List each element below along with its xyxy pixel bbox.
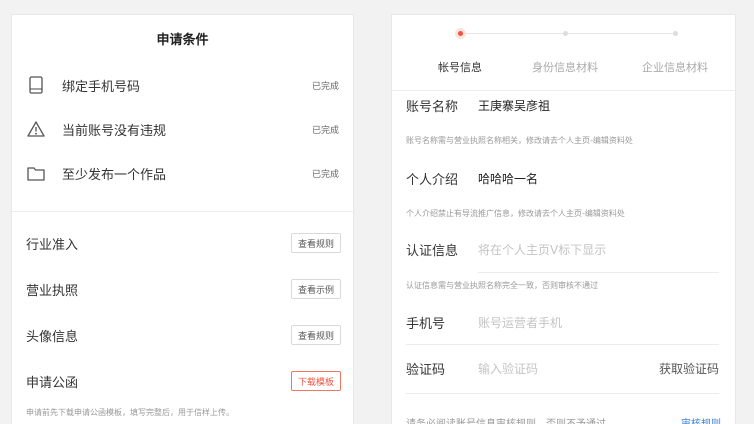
condition-status: 已完成 <box>311 81 339 92</box>
condition-label: 至少发布一个作品 <box>62 167 167 183</box>
panel-title: 申请条件 <box>156 33 209 48</box>
step-account-info[interactable]: 帐号信息 <box>438 59 482 75</box>
condition-label: 当前账号没有违规 <box>62 123 167 139</box>
step-connector <box>565 33 675 34</box>
requirement-application-letter: 申请公函 下载模板 <box>26 370 341 392</box>
condition-no-violation: 当前账号没有违规 已完成 <box>26 117 339 141</box>
download-template-button[interactable]: 下载模板 <box>290 371 341 391</box>
field-label: 认证信息 <box>406 243 459 259</box>
step-dot <box>673 31 678 36</box>
requirement-business-license: 营业执照 查看示例 <box>26 278 341 300</box>
requirement-label: 行业准入 <box>26 237 79 253</box>
phone-field[interactable]: 手机号 账号运营者手机 <box>406 311 719 333</box>
account-name-field[interactable]: 账号名称 王庚寨吴彦祖 <box>406 94 719 116</box>
step-dot <box>563 31 568 36</box>
view-rules-button[interactable]: 查看规则 <box>290 325 341 345</box>
input-underline <box>406 344 719 345</box>
divider <box>12 211 353 212</box>
cert-info-field[interactable]: 认证信息 将在个人主页V标下显示 <box>406 238 719 260</box>
field-label: 验证码 <box>406 362 446 378</box>
verification-code-input[interactable]: 输入验证码 <box>478 360 538 377</box>
view-example-button[interactable]: 查看示例 <box>290 279 341 299</box>
condition-label: 绑定手机号码 <box>62 79 141 95</box>
requirement-label: 营业执照 <box>26 283 79 299</box>
condition-status: 已完成 <box>311 125 339 136</box>
account-name-hint: 账号名称需与营业执照名称相关，修改请去个人主页-编辑资料处 <box>406 136 633 145</box>
condition-publish-work: 至少发布一个作品 已完成 <box>26 161 339 185</box>
agreement-row: 请务必阅读账号信息审核规则，否则不予通过 审核规则 <box>406 415 721 424</box>
intro-value: 哈哈哈一名 <box>478 171 539 186</box>
requirement-avatar: 头像信息 查看规则 <box>26 324 341 346</box>
step-active-dot <box>458 31 463 36</box>
progress-steps: 帐号信息 身份信息材料 企业信息材料 <box>392 25 735 91</box>
field-label: 手机号 <box>406 316 446 332</box>
view-rules-button[interactable]: 查看规则 <box>290 233 341 253</box>
step-company-materials[interactable]: 企业信息材料 <box>642 59 708 75</box>
account-name-value: 王庚寨吴彦祖 <box>478 98 551 113</box>
input-underline <box>406 393 719 394</box>
requirement-label: 申请公函 <box>26 375 79 391</box>
phone-icon <box>26 75 46 95</box>
application-note: 申请前先下载申请公函模板，填写完整后，用于信样上传。 <box>26 408 234 417</box>
cert-info-hint: 认证信息需与营业执照名称完全一致，否则审核不通过 <box>406 281 598 290</box>
verification-code-field[interactable]: 验证码 输入验证码 获取验证码 <box>406 357 719 379</box>
step-identity-materials[interactable]: 身份信息材料 <box>532 59 598 75</box>
application-conditions-panel: 申请条件 绑定手机号码 已完成 当前账号没有违规 已完成 至少发布一个作品 已完… <box>11 14 354 424</box>
condition-bind-phone: 绑定手机号码 已完成 <box>26 73 339 97</box>
phone-input[interactable]: 账号运营者手机 <box>478 314 562 331</box>
folder-icon <box>26 163 46 183</box>
review-rules-link[interactable]: 审核规则 <box>681 415 721 424</box>
requirement-industry: 行业准入 查看规则 <box>26 232 341 254</box>
intro-hint: 个人介绍禁止有导流推广信息，修改请去个人主页-编辑资料处 <box>406 209 625 218</box>
requirement-label: 头像信息 <box>26 329 79 345</box>
get-code-button[interactable]: 获取验证码 <box>659 360 719 377</box>
cert-info-input[interactable]: 将在个人主页V标下显示 <box>478 241 606 258</box>
account-form-panel: 帐号信息 身份信息材料 企业信息材料 账号名称 王庚寨吴彦祖 账号名称需与营业执… <box>391 14 736 424</box>
agreement-text: 请务必阅读账号信息审核规则，否则不予通过 <box>406 415 606 424</box>
intro-field[interactable]: 个人介绍 哈哈哈一名 <box>406 167 719 189</box>
step-connector <box>461 33 565 34</box>
field-label: 账号名称 <box>406 99 459 115</box>
warning-icon <box>26 119 46 139</box>
input-underline <box>478 272 719 273</box>
condition-status: 已完成 <box>311 169 339 180</box>
field-label: 个人介绍 <box>406 172 459 188</box>
